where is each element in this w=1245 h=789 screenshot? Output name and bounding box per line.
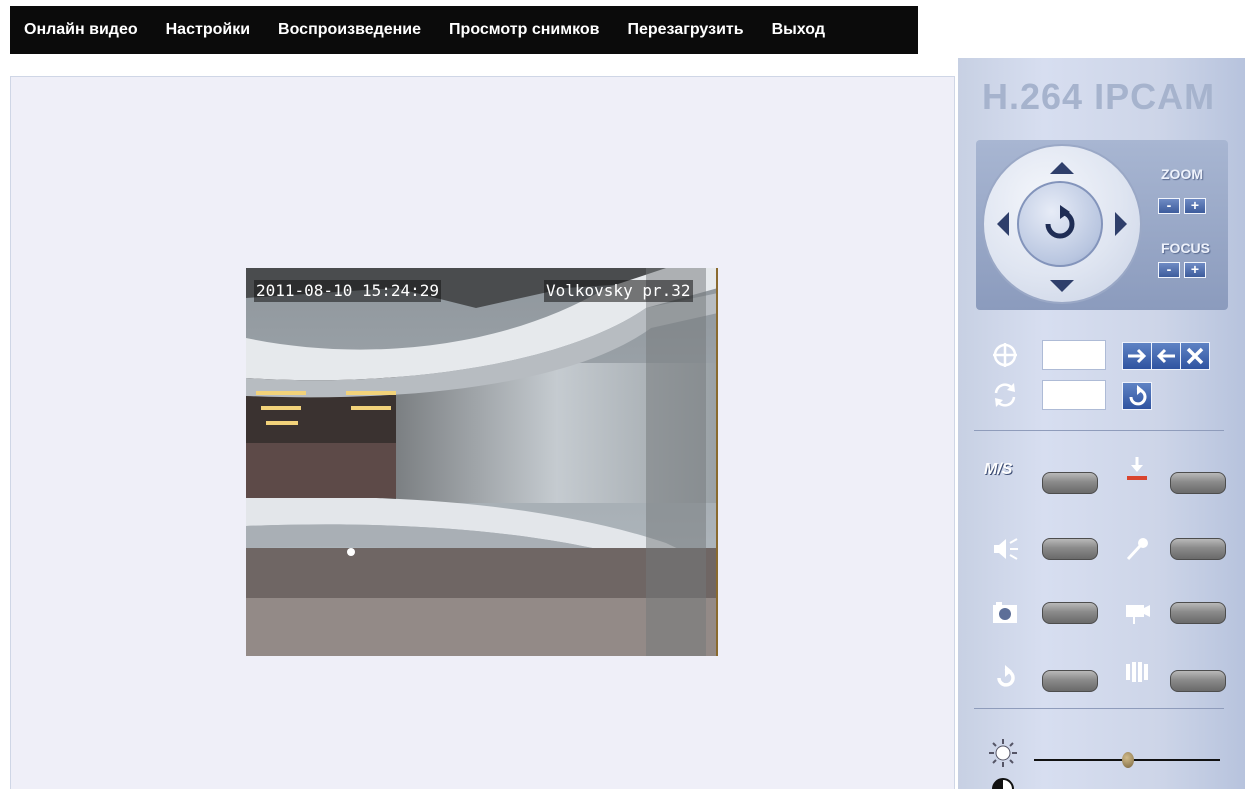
cruise-start-button[interactable] (1122, 382, 1152, 410)
focus-far-button[interactable]: + (1184, 262, 1206, 278)
preset-input[interactable] (1042, 340, 1106, 370)
download-icon (1127, 457, 1147, 480)
preset-clear-button[interactable] (1180, 342, 1210, 370)
flip-rotate-icon (997, 665, 1015, 687)
focus-label: FOCUS (1161, 240, 1210, 256)
menu-settings[interactable]: Настройки (166, 21, 250, 39)
microphone-icon (1126, 538, 1148, 561)
snapshot-button[interactable] (1042, 602, 1098, 624)
speaker-icon (994, 538, 1018, 560)
focus-near-button[interactable]: - (1158, 262, 1180, 278)
zoom-in-button[interactable]: + (1184, 198, 1206, 214)
mainsub-stream-button[interactable] (1042, 472, 1098, 494)
brand-logo: H.264 IPCAM (982, 76, 1216, 117)
preset-crosshair-icon (993, 343, 1017, 367)
brightness-slider-handle[interactable] (1122, 752, 1134, 768)
menu-logout[interactable]: Выход (772, 21, 825, 39)
arrow-up-icon[interactable] (1050, 162, 1074, 174)
zoom-label: ZOOM (1161, 166, 1203, 182)
rotate-icon (1045, 205, 1075, 239)
brightness-icon (989, 739, 1017, 767)
contrast-icon (992, 778, 1014, 789)
audio-listen-button[interactable] (1042, 538, 1098, 560)
video-timestamp-overlay: 2011-08-10 15:24:29 (254, 280, 442, 302)
divider (974, 708, 1224, 709)
main-menu: Онлайн видео Настройки Воспроизведение П… (10, 6, 918, 54)
video-location-overlay: Volkovsky pr.32 (544, 280, 693, 302)
divider (974, 430, 1224, 431)
mainsub-stream-icon: M/S (984, 461, 1013, 478)
menu-playback[interactable]: Воспроизведение (278, 21, 421, 39)
menu-live-video[interactable]: Онлайн видео (24, 21, 138, 39)
preset-set-button[interactable] (1122, 342, 1152, 370)
mirror-icon (1126, 662, 1148, 682)
camera-video-feed[interactable]: 2011-08-10 15:24:29 Volkovsky pr.32 (246, 268, 718, 656)
video-record-icon (1126, 605, 1150, 624)
talk-button[interactable] (1170, 538, 1226, 560)
menu-snapshots[interactable]: Просмотр снимков (449, 21, 599, 39)
preset-goto-button[interactable] (1151, 342, 1181, 370)
mirror-button[interactable] (1170, 670, 1226, 692)
cruise-cycle-icon (994, 383, 1016, 407)
arrow-down-icon[interactable] (1050, 280, 1074, 292)
arrow-right-set-icon (1128, 348, 1147, 364)
ptz-control-panel: H.264 IPCAM ZOOM - + FOCUS - + M/S (958, 58, 1245, 789)
flip-button[interactable] (1042, 670, 1098, 692)
record-download-button[interactable] (1170, 472, 1226, 494)
camera-snapshot-icon (993, 602, 1017, 623)
video-frame-image (246, 268, 718, 656)
video-record-button[interactable] (1170, 602, 1226, 624)
arrow-left-icon[interactable] (997, 212, 1009, 236)
menu-reboot[interactable]: Перезагрузить (627, 21, 743, 39)
close-icon (1186, 347, 1204, 365)
zoom-out-button[interactable]: - (1158, 198, 1180, 214)
arrow-left-goto-icon (1156, 348, 1175, 364)
rotate-small-icon (1129, 385, 1147, 406)
cruise-input[interactable] (1042, 380, 1106, 410)
arrow-right-icon[interactable] (1115, 212, 1127, 236)
